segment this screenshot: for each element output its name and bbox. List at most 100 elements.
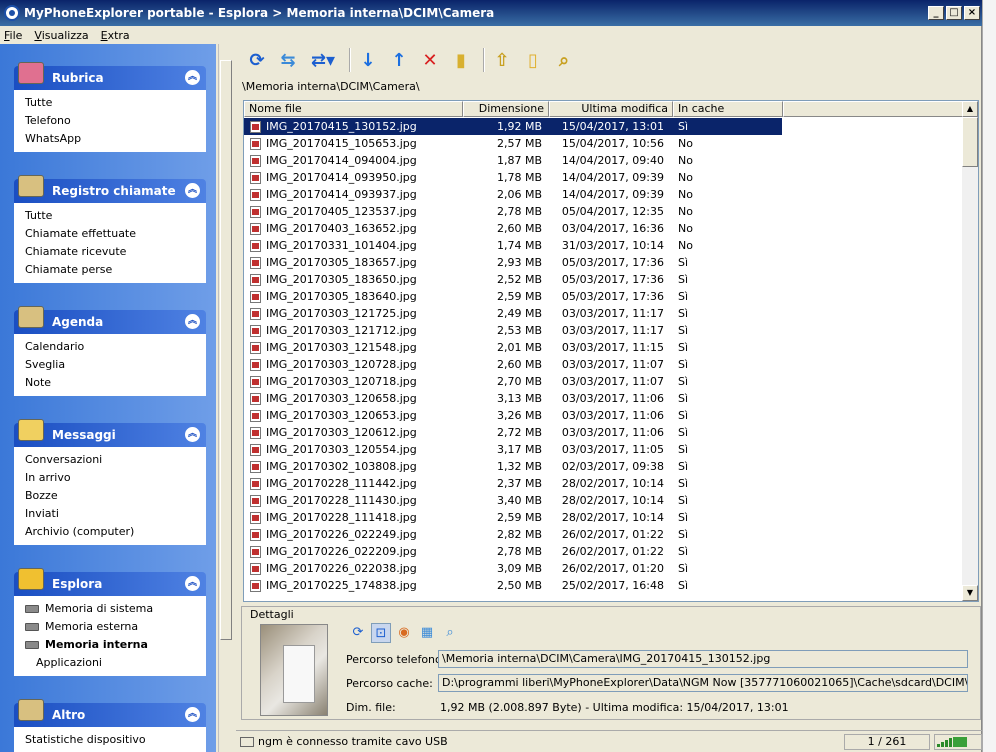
sidebar-item[interactable]: Memoria interna [25,636,206,654]
close-button[interactable]: × [964,6,980,20]
scroll-up-button[interactable]: ▲ [962,101,978,117]
upload-icon[interactable]: ↑ [386,47,412,73]
table-row[interactable]: IMG_20170305_183640.jpg 2,59 MB 05/03/2017… [244,288,964,305]
table-row[interactable]: IMG_20170303_121712.jpg 2,53 MB 03/03/2017… [244,322,964,339]
menu-extra[interactable]: Extra [101,29,130,42]
envelope-icon [18,419,44,441]
table-row[interactable]: IMG_20170305_183657.jpg 2,93 MB 05/03/2017… [244,254,964,271]
chevron-up-icon[interactable]: ︽ [185,314,200,329]
sidebar-item[interactable]: Statistiche dispositivo [25,731,206,749]
table-row[interactable]: IMG_20170415_130152.jpg 1,92 MB 15/04/2017… [244,118,964,135]
sync-icon[interactable]: ⇆ [275,47,301,73]
column-header-cache[interactable]: In cache [673,101,783,117]
table-row[interactable]: IMG_20170303_120728.jpg 2,60 MB 03/03/2017… [244,356,964,373]
sidebar-item[interactable]: Tutte [25,207,206,225]
table-row[interactable]: IMG_20170226_022209.jpg 2,78 MB 26/02/2017… [244,543,964,560]
table-row[interactable]: IMG_20170303_120653.jpg 3,26 MB 03/03/2017… [244,407,964,424]
table-row[interactable]: IMG_20170228_111442.jpg 2,37 MB 28/02/2017… [244,475,964,492]
menu-visualizza[interactable]: Visualizza [34,29,88,42]
sidebar-group-header[interactable]: Messaggi ︽ [14,419,206,447]
table-row[interactable]: IMG_20170226_022249.jpg 2,82 MB 26/02/2017… [244,526,964,543]
file-cache-cell: Sì [678,358,689,371]
preview-icon[interactable]: ⊡ [371,623,391,643]
delete-icon[interactable]: ✕ [417,47,443,73]
sidebar-group-header[interactable]: Altro ︽ [14,699,206,727]
sidebar-item[interactable]: Chiamate ricevute [25,243,206,261]
app-icon[interactable] [4,5,20,21]
details-refresh-icon[interactable]: ⟳ [348,623,368,643]
chevron-up-icon[interactable]: ︽ [185,576,200,591]
table-row[interactable]: IMG_20170415_105653.jpg 2,57 MB 15/04/2017… [244,135,964,152]
maximize-button[interactable]: □ [946,6,962,20]
sidebar-group-header[interactable]: Rubrica ︽ [14,62,206,90]
scroll-thumb[interactable] [962,117,978,167]
sidebar-group-header[interactable]: Registro chiamate ︽ [14,175,206,203]
column-header-modified[interactable]: Ultima modifica [549,101,673,117]
gallery-icon[interactable]: ▦ [417,623,437,643]
file-cache-cell: Sì [678,392,689,405]
zoom-icon[interactable]: ⌕ [440,623,460,643]
sidebar-item[interactable]: Telefono [25,112,206,130]
sidebar-item[interactable]: Note [25,374,206,392]
sidebar-item[interactable]: Memoria esterna [25,618,206,636]
photo-thumbnail[interactable] [260,624,328,716]
sidebar-item[interactable]: Inviati [25,505,206,523]
sidebar-item[interactable]: Applicazioni [25,654,206,672]
sidebar-scrollbar[interactable] [218,44,233,752]
file-list-scrollbar[interactable]: ▲ ▼ [962,101,978,601]
table-row[interactable]: IMG_20170403_163652.jpg 2,60 MB 03/04/2017… [244,220,964,237]
download-icon[interactable]: ↓ [355,47,381,73]
sidebar-item[interactable]: WhatsApp [25,130,206,148]
refresh-icon[interactable]: ⟳ [244,47,270,73]
sidebar-item[interactable]: Sveglia [25,356,206,374]
cache-path-field[interactable]: D:\programmi liberi\MyPhoneExplorer\Data… [438,674,968,692]
table-row[interactable]: IMG_20170303_121548.jpg 2,01 MB 03/03/2017… [244,339,964,356]
table-row[interactable]: IMG_20170303_120718.jpg 2,70 MB 03/03/2017… [244,373,964,390]
file-name: IMG_20170303_121725.jpg [266,307,417,320]
open-icon[interactable]: ◉ [394,623,414,643]
sidebar-item[interactable]: Calendario [25,338,206,356]
column-header-name[interactable]: Nome file [244,101,463,117]
table-row[interactable]: IMG_20170302_103808.jpg 1,32 MB 02/03/2017… [244,458,964,475]
table-row[interactable]: IMG_20170303_120658.jpg 3,13 MB 03/03/2017… [244,390,964,407]
chevron-up-icon[interactable]: ︽ [185,427,200,442]
table-row[interactable]: IMG_20170226_022038.jpg 3,09 MB 26/02/2017… [244,560,964,577]
chevron-up-icon[interactable]: ︽ [185,707,200,722]
scroll-down-button[interactable]: ▼ [962,585,978,601]
table-row[interactable]: IMG_20170414_093950.jpg 1,78 MB 14/04/2017… [244,169,964,186]
folder-search-icon[interactable]: ⌕ [551,47,577,73]
sidebar-item[interactable]: Tutte [25,94,206,112]
sidebar-group-header[interactable]: Esplora ︽ [14,568,206,596]
sidebar-item[interactable]: In arrivo [25,469,206,487]
table-row[interactable]: IMG_20170303_121725.jpg 2,49 MB 03/03/2017… [244,305,964,322]
sidebar-item[interactable]: Chiamate effettuate [25,225,206,243]
table-row[interactable]: IMG_20170414_094004.jpg 1,87 MB 14/04/2017… [244,152,964,169]
chevron-up-icon[interactable]: ︽ [185,70,200,85]
sidebar-item[interactable]: Chiamate perse [25,261,206,279]
sidebar-item[interactable]: Conversazioni [25,451,206,469]
minimize-button[interactable]: _ [928,6,944,20]
chevron-up-icon[interactable]: ︽ [185,183,200,198]
table-row[interactable]: IMG_20170225_174838.jpg 2,50 MB 25/02/2017… [244,577,964,594]
menu-file[interactable]: File [4,29,22,42]
table-row[interactable]: IMG_20170405_123537.jpg 2,78 MB 05/04/2017… [244,203,964,220]
properties-icon[interactable]: ▮ [448,47,474,73]
sidebar-item[interactable]: Memoria di sistema [25,600,206,618]
file-list[interactable]: Nome file Dimensione Ultima modifica In … [243,100,979,602]
sidebar-scroll-thumb[interactable] [220,60,232,640]
new-folder-icon[interactable]: ▯ [520,47,546,73]
table-row[interactable]: IMG_20170331_101404.jpg 1,74 MB 31/03/2017… [244,237,964,254]
sidebar-group-header[interactable]: Agenda ︽ [14,306,206,334]
column-header-size[interactable]: Dimensione [463,101,549,117]
phone-path-field[interactable]: \Memoria interna\DCIM\Camera\IMG_2017041… [438,650,968,668]
table-row[interactable]: IMG_20170228_111418.jpg 2,59 MB 28/02/2017… [244,509,964,526]
sync-dropdown-icon[interactable]: ⇄▾ [306,47,340,73]
table-row[interactable]: IMG_20170228_111430.jpg 3,40 MB 28/02/2017… [244,492,964,509]
table-row[interactable]: IMG_20170303_120554.jpg 3,17 MB 03/03/2017… [244,441,964,458]
sidebar-item[interactable]: Bozze [25,487,206,505]
table-row[interactable]: IMG_20170414_093937.jpg 2,06 MB 14/04/2017… [244,186,964,203]
sidebar-item[interactable]: Archivio (computer) [25,523,206,541]
table-row[interactable]: IMG_20170303_120612.jpg 2,72 MB 03/03/2017… [244,424,964,441]
folder-up-icon[interactable]: ⇧ [489,47,515,73]
table-row[interactable]: IMG_20170305_183650.jpg 2,52 MB 05/03/2017… [244,271,964,288]
